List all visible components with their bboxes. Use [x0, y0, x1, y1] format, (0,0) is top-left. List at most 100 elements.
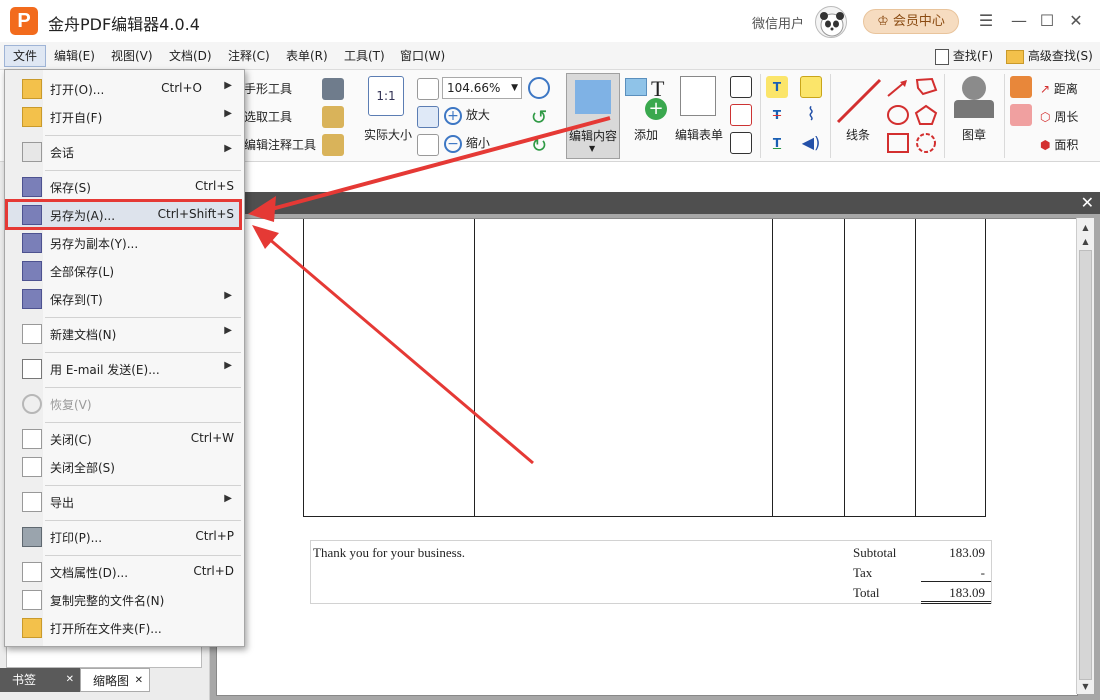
fit-visible-icon[interactable] — [417, 134, 439, 156]
menu-item-save-all[interactable]: 全部保存(L) — [7, 258, 242, 284]
menu-item-copy-filename[interactable]: 复制完整的文件名(N) — [7, 587, 242, 613]
scroll-page-up-icon[interactable]: ▲ — [1080, 236, 1091, 247]
rotate-right-icon[interactable]: ↻ — [528, 134, 550, 156]
zoom-glass-icon[interactable] — [528, 77, 550, 99]
vip-center-button[interactable]: ♔ 会员中心 — [863, 9, 959, 34]
edit-form-button[interactable]: 编辑表单 — [672, 126, 726, 143]
menu-window[interactable]: 窗口(W) — [392, 45, 453, 67]
vertical-scrollbar[interactable]: ▲ ▲ ▼ — [1076, 218, 1094, 694]
camera-icon[interactable] — [322, 78, 344, 100]
cloud-icon[interactable] — [914, 132, 938, 154]
actual-size-label[interactable]: 实际大小 — [360, 126, 416, 143]
text-box-icon[interactable] — [730, 104, 752, 126]
edit-content-button[interactable]: 编辑内容 ▼ — [566, 73, 620, 159]
close-window-button[interactable]: ✕ — [1065, 10, 1087, 32]
callout-icon[interactable] — [730, 132, 752, 154]
zoom-out-button[interactable]: − 缩小 — [444, 134, 490, 153]
table-line — [772, 219, 773, 517]
hand-tool-button[interactable]: 手形工具 — [244, 80, 292, 97]
add-button[interactable]: 添加 — [626, 126, 666, 143]
select-tool-button[interactable]: 选取工具 — [244, 108, 292, 125]
area-button[interactable]: ⬢ 面积 — [1040, 136, 1078, 153]
tab-thumbnails[interactable]: 缩略图 ✕ — [80, 668, 150, 692]
menu-item-save-copy[interactable]: 另存为副本(Y)... — [7, 230, 242, 256]
clipboard-icon[interactable] — [322, 106, 344, 128]
menu-item-export[interactable]: 导出 ▶ — [7, 489, 242, 515]
close-document-icon[interactable]: ✕ — [1081, 194, 1094, 212]
envelope-icon — [22, 359, 42, 379]
menu-file[interactable]: 文件 — [4, 45, 47, 67]
menu-comment[interactable]: 注释(C) — [220, 45, 278, 67]
total-value: 183.09 — [949, 585, 985, 600]
table-line — [474, 219, 475, 517]
strikeout-icon[interactable]: T — [766, 104, 788, 126]
actual-size-icon[interactable]: 1:1 — [368, 76, 404, 116]
arrow-icon[interactable] — [886, 78, 910, 98]
zoom-in-button[interactable]: + 放大 — [444, 106, 490, 125]
tab-bookmarks[interactable]: 书签 ✕ — [0, 668, 80, 692]
menu-item-new-document[interactable]: 新建文档(N) ▶ — [7, 321, 242, 347]
stamp-icon[interactable] — [952, 74, 996, 122]
rectangle-icon[interactable] — [886, 132, 910, 154]
close-icon[interactable]: ✕ — [66, 668, 74, 692]
maximize-button[interactable]: ☐ — [1036, 10, 1058, 32]
perimeter-button[interactable]: ⬡ 周长 — [1040, 108, 1078, 125]
separator — [830, 74, 831, 158]
menu-item-open-from[interactable]: 打开自(F) ▶ — [7, 104, 242, 130]
note-icon[interactable] — [800, 76, 822, 98]
menu-item-email[interactable]: 用 E-mail 发送(E)... ▶ — [7, 356, 242, 382]
zoom-input[interactable]: 104.66% ▼ — [442, 77, 522, 99]
stamp-button[interactable]: 图章 — [952, 126, 996, 143]
menu-item-open[interactable]: 打开(O)... Ctrl+O ▶ — [7, 76, 242, 102]
advanced-find-button[interactable]: 高级查找(S) — [1006, 45, 1093, 67]
ellipse-icon[interactable] — [886, 104, 910, 126]
edit-form-icon[interactable] — [680, 76, 716, 116]
line-icon[interactable] — [836, 78, 882, 124]
menu-item-save-to[interactable]: 保存到(T) ▶ — [7, 286, 242, 312]
underline-icon[interactable]: T — [766, 132, 788, 154]
menu-tools[interactable]: 工具(T) — [336, 45, 393, 67]
menu-form[interactable]: 表单(R) — [278, 45, 336, 67]
text-field-icon[interactable] — [730, 76, 752, 98]
total-double-rule — [921, 603, 991, 604]
lines-button[interactable]: 线条 — [840, 126, 876, 143]
speaker-icon[interactable]: ◀) — [800, 132, 822, 154]
image-icon — [625, 78, 647, 96]
minus-circle-icon: − — [444, 134, 462, 153]
minimize-button[interactable]: — — [1008, 10, 1030, 32]
pencil-icon[interactable] — [1010, 76, 1032, 98]
scroll-down-icon[interactable]: ▼ — [1080, 681, 1091, 692]
add-icon[interactable]: T + — [623, 76, 669, 120]
paste-icon[interactable] — [322, 134, 344, 156]
menu-item-session[interactable]: 会话 ▶ — [7, 139, 242, 165]
scrollbar-thumb[interactable] — [1079, 250, 1092, 680]
avatar[interactable] — [815, 6, 847, 38]
highlight-text-icon[interactable]: T — [766, 76, 788, 98]
menu-icon[interactable]: ☰ — [975, 10, 997, 32]
paperclip-icon[interactable]: ⌇ — [800, 104, 822, 126]
eraser-icon[interactable] — [1010, 104, 1032, 126]
polyline-icon[interactable] — [914, 76, 938, 98]
fit-page-icon[interactable] — [417, 78, 439, 100]
close-icon[interactable]: ✕ — [135, 669, 143, 693]
find-button[interactable]: 查找(F) — [935, 45, 993, 67]
menu-edit[interactable]: 编辑(E) — [46, 45, 103, 67]
menu-item-print[interactable]: 打印(P)... Ctrl+P — [7, 524, 242, 550]
title-bar: P 金舟PDF编辑器4.0.4 微信用户 ♔ 会员中心 ☰ — ☐ ✕ — [0, 0, 1100, 42]
folder-search-icon — [1006, 49, 1024, 64]
polygon-icon[interactable] — [914, 104, 938, 126]
menu-item-open-folder[interactable]: 打开所在文件夹(F)... — [7, 615, 242, 641]
menu-item-close-all[interactable]: 关闭全部(S) — [7, 454, 242, 480]
menu-item-document-properties[interactable]: 文档属性(D)... Ctrl+D — [7, 559, 242, 585]
menu-view[interactable]: 视图(V) — [103, 45, 161, 67]
menu-item-save[interactable]: 保存(S) Ctrl+S — [7, 174, 242, 200]
user-name[interactable]: 微信用户 — [752, 13, 804, 32]
menu-document[interactable]: 文档(D) — [161, 45, 220, 67]
menu-item-close[interactable]: 关闭(C) Ctrl+W — [7, 426, 242, 452]
fit-width-icon[interactable] — [417, 106, 439, 128]
rotate-left-icon[interactable]: ↺ — [528, 106, 550, 128]
distance-button[interactable]: ↗ 距离 — [1040, 80, 1078, 97]
file-menu-dropdown: 打开(O)... Ctrl+O ▶ 打开自(F) ▶ 会话 ▶ 保存(S) Ct… — [4, 69, 245, 647]
annotation-select-tool-button[interactable]: 编辑注释工具 — [244, 136, 316, 153]
scroll-up-icon[interactable]: ▲ — [1080, 222, 1091, 233]
